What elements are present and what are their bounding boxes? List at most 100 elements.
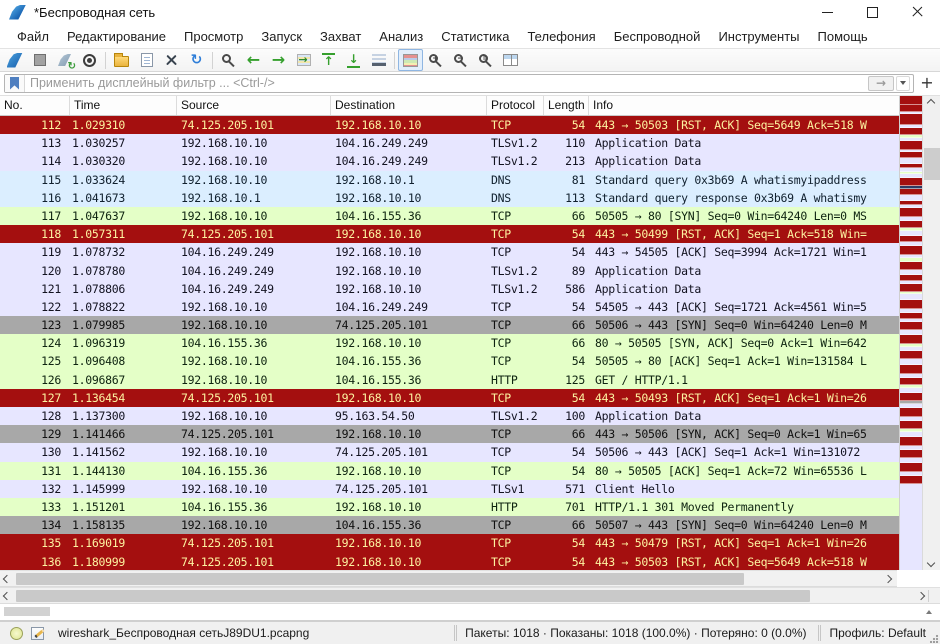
start-capture-button[interactable] [2,49,27,71]
packet-row-134[interactable]: 1341.158135192.168.10.10104.16.155.36TCP… [0,516,940,534]
packet-list-hscrollbar[interactable] [0,570,897,587]
packet-row-126[interactable]: 1261.096867192.168.10.10104.16.155.36HTT… [0,371,940,389]
go-last-packet-button[interactable] [341,49,366,71]
packet-row-133[interactable]: 1331.151201104.16.155.36192.168.10.10HTT… [0,498,940,516]
go-to-packet-button[interactable] [291,49,316,71]
minimap-stripe [900,378,922,385]
apply-filter-button[interactable]: → [868,76,894,91]
packet-row-123[interactable]: 1231.079985192.168.10.1074.125.205.101TC… [0,316,940,334]
packet-row-128[interactable]: 1281.137300192.168.10.1095.163.54.50TLSv… [0,407,940,425]
packet-row-113[interactable]: 1131.030257192.168.10.10104.16.249.249TL… [0,134,940,152]
vertical-scrollbar[interactable] [922,96,940,570]
menu-item-view[interactable]: Просмотр [175,26,252,47]
packet-row-114[interactable]: 1141.030320192.168.10.10104.16.249.249TL… [0,152,940,170]
maximize-button[interactable] [850,0,895,24]
pane-up-arrow-icon[interactable] [926,610,932,614]
menu-item-wireless[interactable]: Беспроводной [605,26,710,47]
packet-row-130[interactable]: 1301.141562192.168.10.1074.125.205.101TC… [0,443,940,461]
packet-row-116[interactable]: 1161.041673192.168.10.1192.168.10.10DNS1… [0,189,940,207]
cell-destination: 74.125.205.101 [331,480,487,498]
resize-columns-button[interactable] [498,49,523,71]
column-header-source[interactable]: Source [177,96,331,115]
cell-info: Application Data [589,280,940,298]
packet-row-121[interactable]: 1211.078806104.16.249.249192.168.10.10TL… [0,280,940,298]
packet-row-136[interactable]: 1361.18099974.125.205.101192.168.10.10TC… [0,553,940,571]
packet-list: No.TimeSourceDestinationProtocolLengthIn… [0,95,940,570]
column-header-no[interactable]: No. [0,96,70,115]
scroll-right-arrow-icon[interactable] [884,575,892,583]
menu-item-file[interactable]: Файл [8,26,58,47]
zoom-in-button[interactable]: + [423,49,448,71]
packet-row-115[interactable]: 1151.033624192.168.10.10192.168.10.1DNS8… [0,171,940,189]
menu-item-tools[interactable]: Инструменты [709,26,808,47]
minimize-button[interactable] [805,0,850,24]
packet-row-112[interactable]: 1121.02931074.125.205.101192.168.10.10TC… [0,116,940,134]
menu-item-statistics[interactable]: Статистика [432,26,518,47]
display-filter-input[interactable] [25,76,868,90]
close-file-button[interactable] [159,49,184,71]
cell-length: 89 [544,262,589,280]
hscrollbar-thumb[interactable] [16,590,810,602]
zoom-reset-button[interactable]: = [473,49,498,71]
intelligent-scrollbar-minimap[interactable] [899,96,922,570]
packet-row-127[interactable]: 1271.13645474.125.205.101192.168.10.10TC… [0,389,940,407]
profile-label[interactable]: Профиль: Default [820,626,940,640]
packet-row-135[interactable]: 1351.16901974.125.205.101192.168.10.10TC… [0,534,940,552]
packet-row-124[interactable]: 1241.096319104.16.155.36192.168.10.10TCP… [0,334,940,352]
capture-comment-icon[interactable] [31,627,44,640]
capture-options-button[interactable] [77,49,102,71]
status-separator [818,625,819,641]
packet-row-129[interactable]: 1291.14146674.125.205.101192.168.10.10TC… [0,425,940,443]
mini-scrollbar-thumb[interactable] [4,607,50,616]
go-first-packet-button[interactable] [316,49,341,71]
scroll-left-arrow-icon[interactable] [3,592,11,600]
column-header-destination[interactable]: Destination [331,96,487,115]
filter-bookmark-button[interactable] [5,75,25,92]
menu-item-capture[interactable]: Захват [311,26,370,47]
packet-row-125[interactable]: 1251.096408192.168.10.10104.16.155.36TCP… [0,352,940,370]
menu-item-help[interactable]: Помощь [809,26,877,47]
open-file-button[interactable] [109,49,134,71]
reload-file-button[interactable] [184,49,209,71]
close-button[interactable] [895,0,940,24]
vertical-scrollbar-thumb[interactable] [924,148,940,180]
packet-row-122[interactable]: 1221.078822192.168.10.10104.16.249.249TC… [0,298,940,316]
hscrollbar-thumb[interactable] [16,573,744,585]
menu-item-telephony[interactable]: Телефония [518,26,604,47]
go-back-button[interactable] [241,49,266,71]
scroll-left-arrow-icon[interactable] [3,575,11,583]
scroll-up-arrow-icon[interactable] [927,99,935,107]
column-header-time[interactable]: Time [70,96,177,115]
menu-item-edit[interactable]: Редактирование [58,26,175,47]
column-header-info[interactable]: Info [589,96,940,115]
packet-row-117[interactable]: 1171.047637192.168.10.10104.16.155.36TCP… [0,207,940,225]
cell-source: 104.16.155.36 [177,334,331,352]
auto-scroll-button[interactable] [366,49,391,71]
restart-capture-button[interactable] [52,49,77,71]
details-pane-hscrollbar[interactable] [0,587,940,604]
cell-info: Standard query response 0x3b69 A whatism… [589,189,940,207]
packet-row-119[interactable]: 1191.078732104.16.249.249192.168.10.10TC… [0,243,940,261]
save-file-button[interactable] [134,49,159,71]
scroll-right-arrow-icon[interactable] [917,592,925,600]
scroll-down-arrow-icon[interactable] [927,559,935,567]
menu-item-go[interactable]: Запуск [252,26,311,47]
column-header-protocol[interactable]: Protocol [487,96,544,115]
resize-grip[interactable] [930,634,939,643]
go-forward-button[interactable] [266,49,291,71]
cell-source: 104.16.249.249 [177,243,331,261]
packet-row-131[interactable]: 1311.144130104.16.155.36192.168.10.10TCP… [0,462,940,480]
filter-dropdown-button[interactable] [896,76,910,91]
expert-info-icon[interactable] [10,627,23,640]
column-header-length[interactable]: Length [544,96,589,115]
cell-protocol: DNS [487,189,544,207]
colorize-packets-button[interactable] [398,49,423,71]
packet-row-132[interactable]: 1321.145999192.168.10.1074.125.205.101TL… [0,480,940,498]
menu-item-analyze[interactable]: Анализ [370,26,432,47]
zoom-out-button[interactable]: − [448,49,473,71]
packet-row-120[interactable]: 1201.078780104.16.249.249192.168.10.10TL… [0,262,940,280]
packet-row-118[interactable]: 1181.05731174.125.205.101192.168.10.10TC… [0,225,940,243]
add-filter-button[interactable]: + [918,74,936,93]
find-packet-button[interactable] [216,49,241,71]
stop-capture-button[interactable] [27,49,52,71]
